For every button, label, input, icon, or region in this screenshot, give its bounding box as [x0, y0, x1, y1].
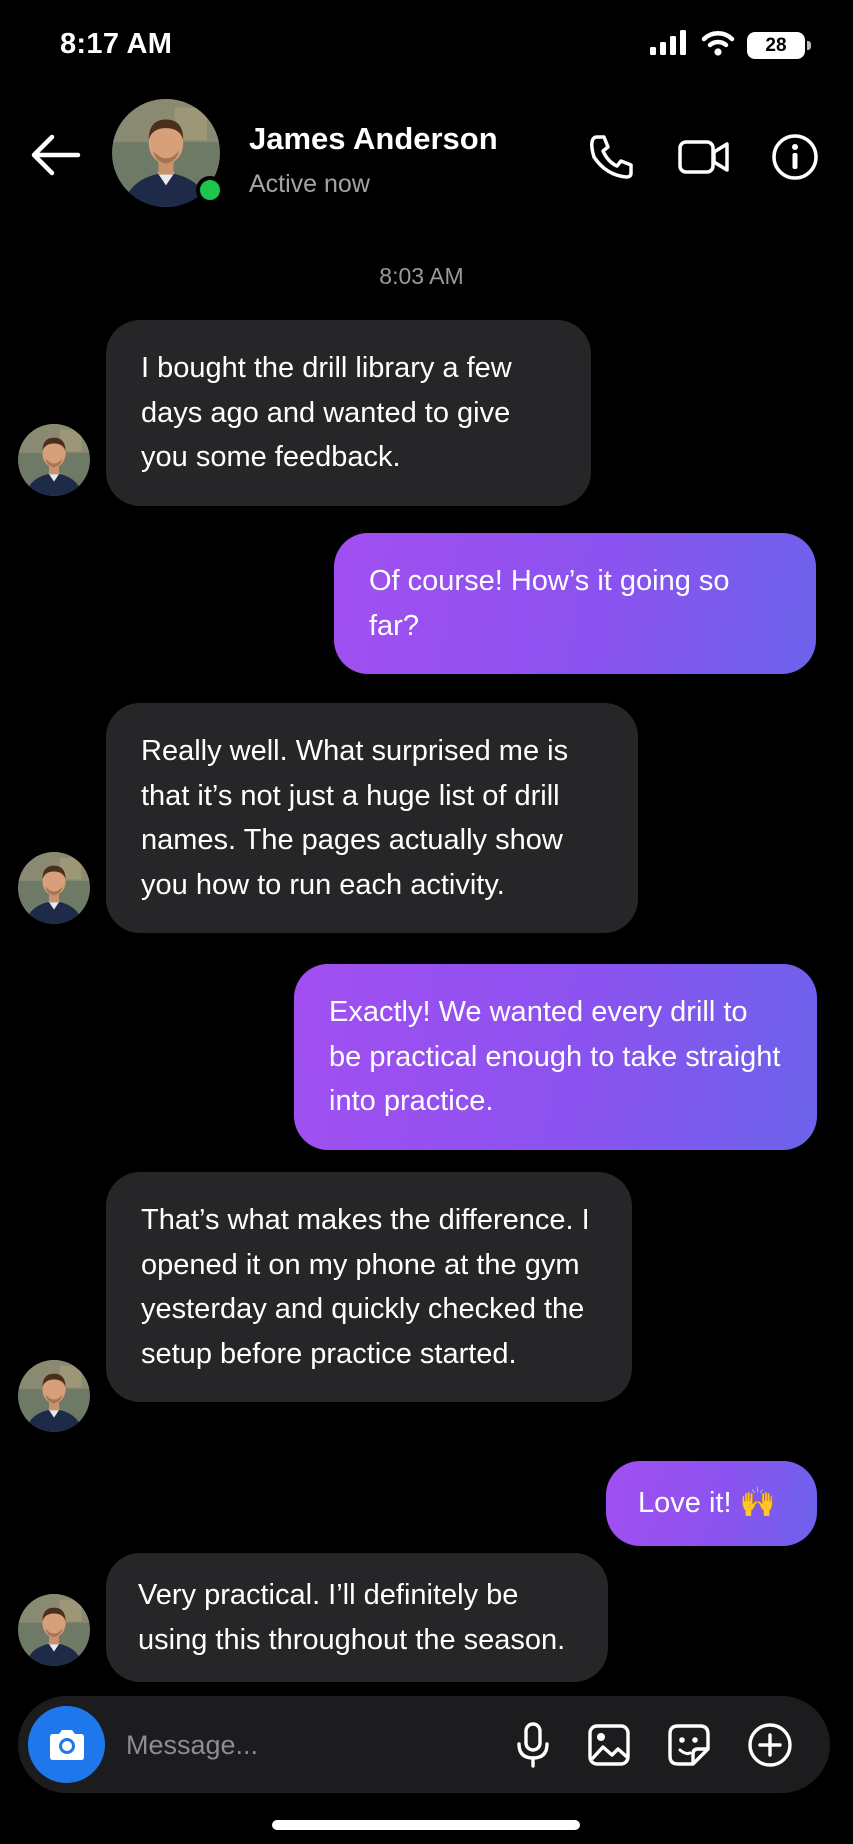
incoming-message[interactable]: I bought the drill library a few days ag…	[106, 320, 591, 506]
contact-name[interactable]: James Anderson	[249, 121, 498, 157]
battery-level: 28	[765, 34, 787, 56]
incoming-message[interactable]: Really well. What surprised me is that i…	[106, 703, 638, 933]
contact-status: Active now	[249, 170, 370, 198]
microphone-icon[interactable]	[506, 1718, 560, 1772]
camera-icon	[49, 1729, 84, 1760]
incoming-message[interactable]: That’s what makes the difference. I open…	[106, 1172, 632, 1402]
camera-button[interactable]	[28, 1706, 105, 1783]
contact-avatar-small[interactable]	[18, 852, 90, 924]
incoming-message[interactable]: Very practical. I’ll definitely be using…	[106, 1553, 608, 1682]
phone-icon[interactable]	[584, 130, 638, 184]
back-arrow-icon[interactable]	[26, 130, 84, 180]
status-icons: 28	[649, 30, 811, 61]
image-icon[interactable]	[582, 1718, 636, 1772]
plus-icon[interactable]	[743, 1718, 797, 1772]
outgoing-message[interactable]: Love it! 🙌	[606, 1461, 817, 1546]
outgoing-message[interactable]: Exactly! We wanted every drill to be pra…	[294, 964, 817, 1150]
online-status-dot	[196, 176, 224, 204]
contact-avatar-small[interactable]	[18, 1360, 90, 1432]
outgoing-message[interactable]: Of course! How’s it going so far?	[334, 533, 816, 674]
battery-icon: 28	[747, 32, 811, 59]
home-indicator[interactable]	[272, 1820, 580, 1830]
wifi-icon	[701, 30, 735, 61]
status-bar-time: 8:17 AM	[60, 28, 173, 60]
contact-avatar-small[interactable]	[18, 424, 90, 496]
info-icon[interactable]	[768, 130, 822, 184]
cellular-icon	[649, 30, 689, 61]
video-camera-icon[interactable]	[677, 130, 731, 184]
sticker-icon[interactable]	[662, 1718, 716, 1772]
message-input[interactable]	[126, 1720, 506, 1770]
contact-avatar-small[interactable]	[18, 1594, 90, 1666]
chat-timestamp: 8:03 AM	[379, 263, 464, 289]
message-composer	[18, 1696, 830, 1793]
